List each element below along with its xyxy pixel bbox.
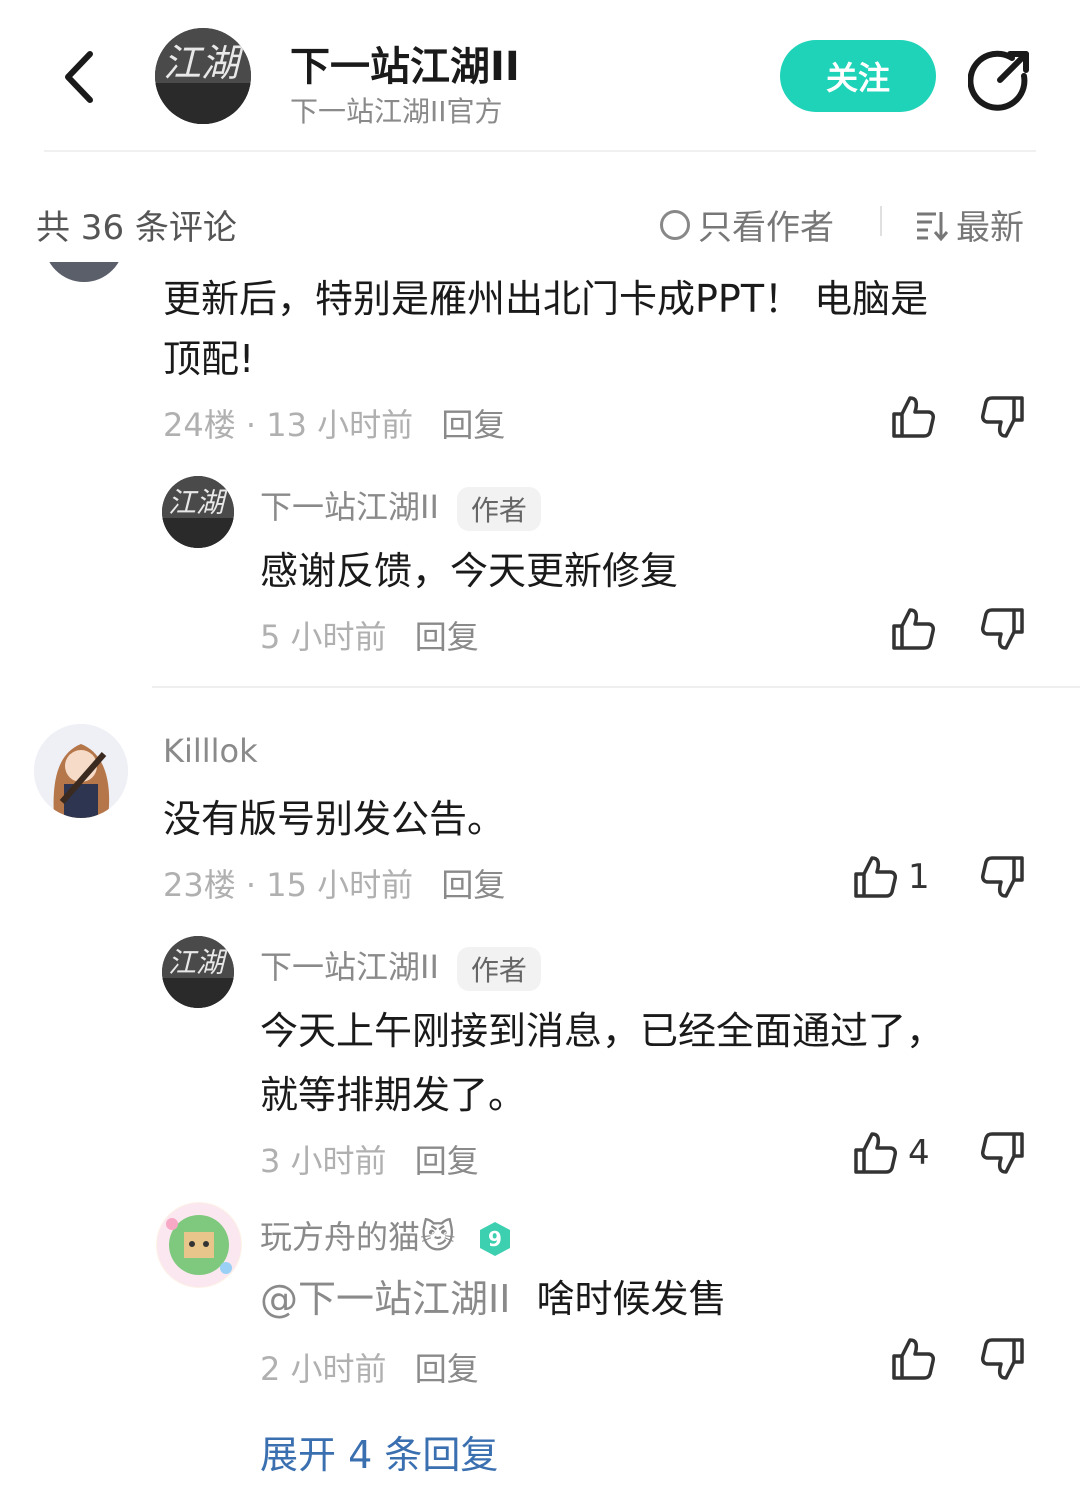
- reply-button[interactable]: 回复: [415, 618, 479, 656]
- reply-text: 就等排期发了。: [260, 1073, 527, 1117]
- like-button[interactable]: [890, 394, 936, 440]
- dislike-button[interactable]: [980, 394, 1026, 440]
- timestamp: 5 小时前: [260, 618, 387, 656]
- dislike-button[interactable]: [980, 854, 1026, 900]
- reply-meta: 5 小时前 回复: [260, 612, 479, 658]
- thumbs-down-icon: [981, 1132, 1024, 1174]
- dislike-button[interactable]: [980, 1130, 1026, 1176]
- thumbs-down-icon: [981, 856, 1024, 898]
- share-icon: [967, 50, 1029, 111]
- username-text: 下一站江湖II: [260, 948, 439, 986]
- avatar[interactable]: [44, 262, 124, 282]
- comment-divider: [152, 686, 1080, 688]
- thumbs-up-icon: [892, 396, 935, 438]
- cat-emoji-icon: 😼: [420, 1217, 456, 1257]
- avatar-calligraphy: 江湖: [168, 486, 228, 519]
- like-button[interactable]: 4: [852, 1130, 930, 1176]
- reply-button[interactable]: 回复: [415, 1142, 479, 1180]
- chevron-left-icon: [65, 51, 93, 103]
- reply-username: 下一站江湖II 作者: [260, 942, 541, 991]
- sort-button[interactable]: 最新: [914, 200, 1024, 249]
- thumbs-up-icon: [892, 608, 935, 650]
- toolbar-separator: [880, 206, 882, 236]
- like-button[interactable]: 1: [852, 854, 930, 900]
- level-number: 9: [488, 1227, 502, 1251]
- reply-username: 下一站江湖II 作者: [260, 482, 541, 531]
- avatar-calligraphy: 江湖: [168, 946, 228, 979]
- floor-number: 23楼: [163, 866, 236, 904]
- username-text: 下一站江湖II: [260, 488, 439, 526]
- timestamp: 13 小时前: [266, 406, 414, 444]
- thumbs-up-icon: [892, 1338, 935, 1380]
- header-divider: [44, 150, 1036, 152]
- like-count: 4: [908, 1133, 930, 1173]
- timestamp: 3 小时前: [260, 1142, 387, 1180]
- reply-body: 啥时候发售: [536, 1277, 727, 1321]
- username-text[interactable]: 玩方舟的猫: [260, 1218, 420, 1256]
- author-avatar[interactable]: 江湖: [162, 476, 234, 548]
- thumbs-down-icon: [981, 396, 1024, 438]
- avatar[interactable]: [34, 724, 128, 818]
- comment-meta: 23楼 · 15 小时前 回复: [163, 866, 506, 904]
- dislike-button[interactable]: [980, 1336, 1026, 1382]
- level-badge-icon: 9: [479, 1222, 510, 1256]
- sort-icon: [917, 211, 948, 241]
- floor-number: 24楼: [163, 406, 236, 444]
- comment-text: 没有版号别发公告。: [163, 797, 506, 841]
- share-button[interactable]: [967, 46, 1034, 112]
- comment-text: 更新后，特别是雁州出北门卡成PPT！ 电脑是: [163, 277, 929, 321]
- follow-button[interactable]: 关注: [780, 40, 936, 112]
- reply-text: 感谢反馈，今天更新修复: [260, 549, 679, 593]
- reply-button[interactable]: 回复: [441, 866, 505, 904]
- like-button[interactable]: [890, 1336, 936, 1382]
- mention-link[interactable]: @下一站江湖II: [260, 1277, 510, 1321]
- dislike-button[interactable]: [980, 606, 1026, 652]
- avatar-calligraphy: 江湖: [163, 41, 244, 85]
- author-only-label: 只看作者: [698, 208, 834, 248]
- thumbs-down-icon: [981, 1338, 1024, 1380]
- like-count: 1: [908, 857, 930, 897]
- channel-subtitle: 下一站江湖II官方: [290, 95, 503, 128]
- author-badge: 作者: [456, 947, 541, 991]
- author-only-toggle[interactable]: 只看作者: [660, 200, 834, 249]
- comment-meta: 24楼 · 13 小时前 回复: [163, 406, 506, 444]
- sort-label: 最新: [956, 208, 1024, 248]
- thumbs-up-icon: [854, 1132, 897, 1174]
- comment-text: 顶配!: [163, 337, 255, 381]
- comment-list[interactable]: 更新后，特别是雁州出北门卡成PPT！ 电脑是 顶配! 24楼 · 13 小时前 …: [0, 262, 1080, 1498]
- avatar[interactable]: [156, 1202, 242, 1288]
- timestamp: 2 小时前: [260, 1350, 387, 1388]
- reply-meta: 2 小时前 回复: [260, 1344, 479, 1390]
- timestamp: 15 小时前: [266, 866, 414, 904]
- back-button[interactable]: [58, 48, 108, 106]
- channel-avatar[interactable]: 江湖: [155, 28, 251, 124]
- thumbs-down-icon: [981, 608, 1024, 650]
- reply-button[interactable]: 回复: [441, 406, 505, 444]
- reply-button[interactable]: 回复: [415, 1350, 479, 1388]
- reply-text: 今天上午刚接到消息，已经全面通过了，: [260, 1009, 945, 1053]
- comment-count: 共 36 条评论: [36, 208, 237, 248]
- author-avatar[interactable]: 江湖: [162, 936, 234, 1008]
- channel-name: 下一站江湖II: [290, 44, 520, 90]
- expand-replies-link[interactable]: 展开 4 条回复: [260, 1424, 498, 1479]
- author-badge: 作者: [456, 487, 541, 531]
- reply-text: @下一站江湖II 啥时候发售: [260, 1272, 727, 1326]
- reply-meta: 3 小时前 回复: [260, 1136, 479, 1182]
- radio-icon: [660, 209, 690, 240]
- like-button[interactable]: [890, 606, 936, 652]
- thumbs-up-icon: [854, 856, 897, 898]
- reply-username: 玩方舟的猫😼 9: [260, 1212, 514, 1258]
- comment-username[interactable]: Killlok: [163, 732, 258, 770]
